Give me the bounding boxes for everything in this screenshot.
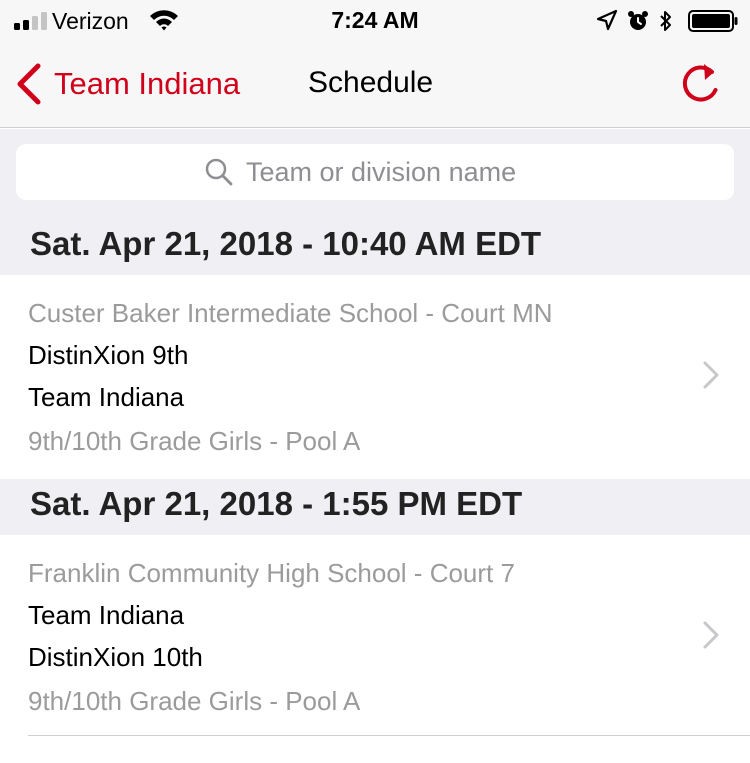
game-date-time: Sat. Apr 21, 2018 - 1:55 PM EDT bbox=[30, 485, 523, 522]
alarm-icon bbox=[628, 11, 648, 30]
game-row[interactable]: Franklin Community High School - Court 7… bbox=[0, 535, 750, 735]
game-venue: Franklin Community High School - Court 7 bbox=[28, 558, 515, 588]
navigation-bar: Team Indiana Schedule bbox=[0, 40, 750, 128]
bluetooth-icon bbox=[660, 11, 671, 31]
chevron-right-icon bbox=[703, 621, 719, 649]
game-team-1: Team Indiana bbox=[28, 600, 185, 630]
search-icon bbox=[205, 158, 233, 186]
section-header: Sat. Apr 21, 2018 - 10:40 AM EDT bbox=[0, 219, 750, 275]
game-division: 9th/10th Grade Girls - Pool A bbox=[28, 686, 361, 716]
search-bar[interactable] bbox=[16, 144, 734, 200]
game-venue: Custer Baker Intermediate School - Court… bbox=[28, 298, 553, 328]
battery-icon bbox=[688, 10, 738, 32]
game-date-time: Sat. Apr 21, 2018 - 10:40 AM EDT bbox=[30, 225, 542, 262]
search-input[interactable] bbox=[246, 156, 546, 188]
game-team-2: Team Indiana bbox=[28, 382, 185, 412]
game-row[interactable]: Custer Baker Intermediate School - Court… bbox=[0, 275, 750, 475]
back-button[interactable]: Team Indiana bbox=[14, 62, 240, 106]
search-bar-container bbox=[0, 129, 750, 219]
status-bar: Verizon 7:24 AM bbox=[0, 0, 750, 40]
chevron-left-icon bbox=[17, 63, 41, 105]
chevron-right-icon bbox=[703, 361, 719, 389]
game-team-1: DistinXion 9th bbox=[28, 340, 189, 370]
page-title: Schedule bbox=[308, 66, 434, 99]
back-button-label: Team Indiana bbox=[54, 66, 241, 101]
location-arrow-icon bbox=[596, 9, 618, 31]
game-team-2: DistinXion 10th bbox=[28, 642, 203, 672]
row-separator bbox=[28, 735, 750, 736]
section-header: Sat. Apr 21, 2018 - 1:55 PM EDT bbox=[0, 479, 750, 535]
game-division: 9th/10th Grade Girls - Pool A bbox=[28, 426, 361, 456]
refresh-icon[interactable] bbox=[676, 60, 724, 108]
